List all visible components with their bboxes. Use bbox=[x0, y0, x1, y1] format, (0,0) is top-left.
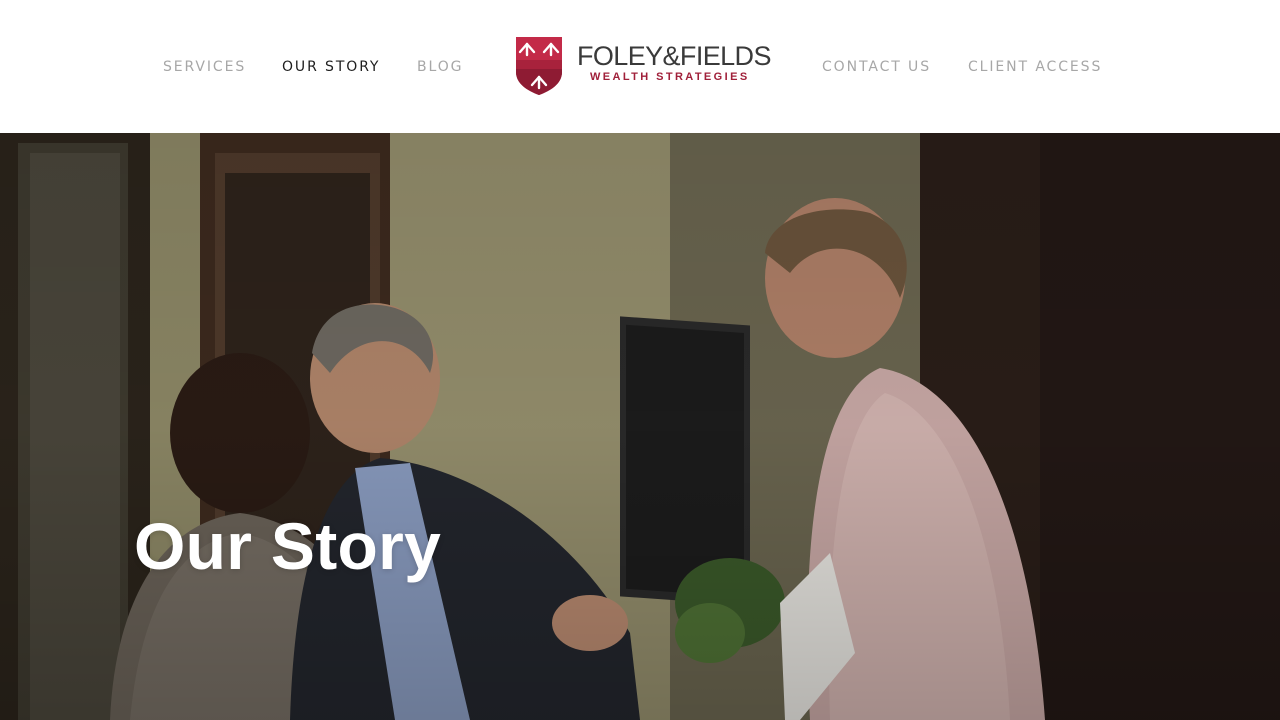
site-header: SERVICES OUR STORY BLOG FOLEY&FIELDS WEA… bbox=[0, 0, 1280, 133]
logo-tagline: WEALTH STRATEGIES bbox=[590, 71, 750, 83]
site-logo[interactable]: FOLEY&FIELDS WEALTH STRATEGIES bbox=[515, 36, 771, 98]
shield-logo-icon bbox=[516, 37, 562, 95]
nav-client-access[interactable]: CLIENT ACCESS bbox=[968, 58, 1102, 76]
nav-our-story[interactable]: OUR STORY bbox=[282, 58, 380, 76]
nav-services[interactable]: SERVICES bbox=[163, 58, 246, 76]
hero-overlay bbox=[0, 133, 1280, 720]
hero-banner: Our Story bbox=[0, 133, 1280, 720]
nav-blog[interactable]: BLOG bbox=[417, 58, 463, 76]
nav-contact-us[interactable]: CONTACT US bbox=[822, 58, 931, 76]
page-title: Our Story bbox=[134, 509, 442, 583]
logo-wordmark: FOLEY&FIELDS bbox=[577, 41, 771, 71]
